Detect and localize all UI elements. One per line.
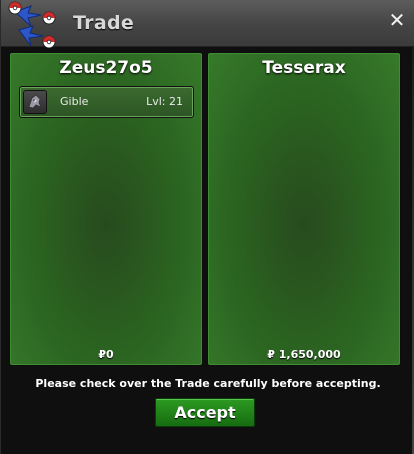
- game-logo-icon: [8, 1, 56, 48]
- player-name: Zeus27o5: [59, 58, 153, 78]
- trade-item-slot[interactable]: Gible Lvl: 21: [19, 86, 194, 118]
- accept-button[interactable]: Accept: [155, 398, 255, 427]
- money-offer: ₽0: [98, 348, 114, 361]
- item-name: Gible: [60, 95, 89, 108]
- item-level: Lvl: 21: [146, 95, 183, 108]
- close-button[interactable]: ✕: [388, 10, 406, 30]
- money-offer: ₽ 1,650,000: [267, 348, 341, 361]
- gible-icon: [23, 90, 47, 114]
- trade-instructions: Please check over the Trade carefully be…: [35, 377, 381, 390]
- window-title: Trade: [73, 12, 135, 34]
- trade-window: Trade ✕ Zeus27o5 Gible Lvl: 21 ₽0 Tesser…: [0, 0, 414, 454]
- trade-offer-panel-partner: Tesserax ₽ 1,650,000: [207, 52, 401, 366]
- trade-offer-panel-self: Zeus27o5 Gible Lvl: 21 ₽0: [9, 52, 203, 366]
- player-name: Tesserax: [262, 58, 346, 78]
